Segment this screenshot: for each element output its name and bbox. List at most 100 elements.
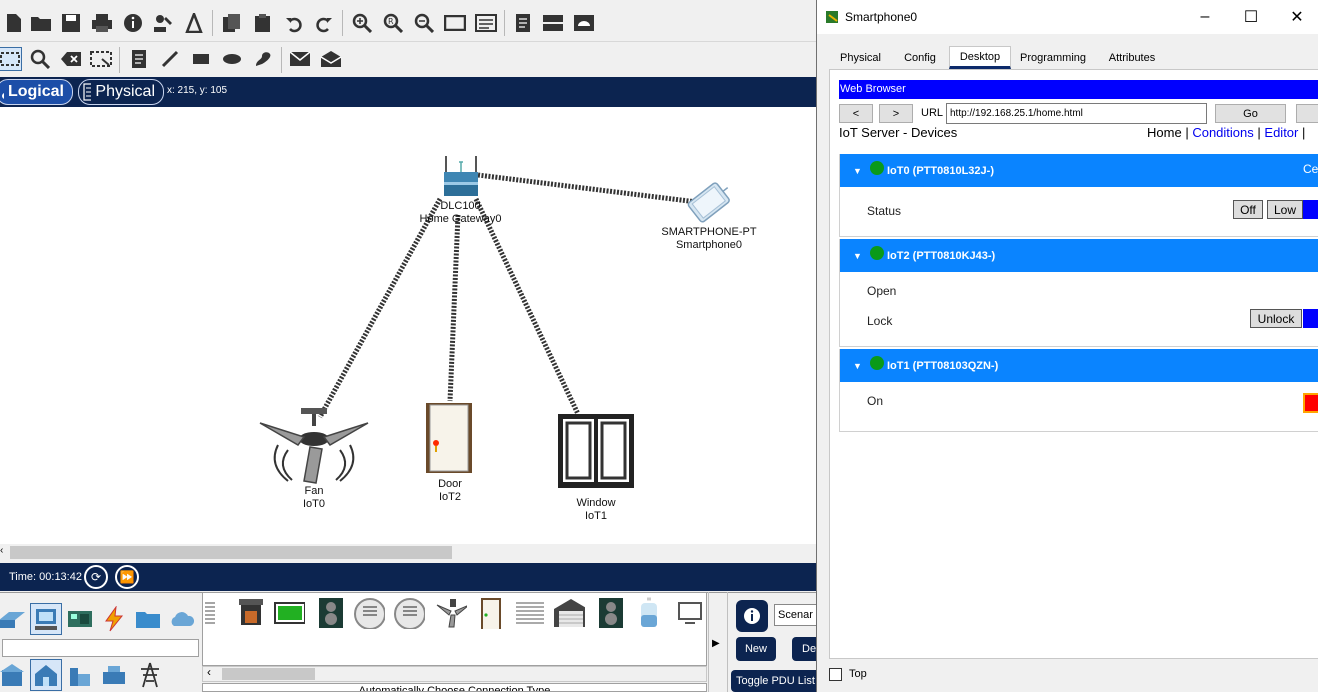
transmission-tower-icon[interactable]: [134, 659, 166, 691]
workspace-scroll-thumb[interactable]: [10, 546, 452, 559]
smartphone-icon[interactable]: [680, 180, 740, 226]
window-on-indicator[interactable]: [1303, 393, 1318, 413]
new-file-icon[interactable]: [2, 11, 26, 35]
components-icon[interactable]: [64, 603, 96, 635]
resize-tool-icon[interactable]: [89, 47, 113, 71]
physical-mode-button[interactable]: Physical: [78, 79, 164, 105]
redo-icon[interactable]: [312, 11, 336, 35]
device-search-input[interactable]: [2, 639, 199, 657]
carbon-monoxide-detector-icon[interactable]: [393, 597, 425, 629]
always-on-top-checkbox[interactable]: [829, 668, 842, 681]
end-devices-icon[interactable]: [30, 603, 62, 635]
add-complex-pdu-icon[interactable]: [319, 47, 343, 71]
inspect-tool-icon[interactable]: [28, 47, 52, 71]
window-icon[interactable]: [557, 413, 635, 489]
connections-icon[interactable]: [98, 603, 130, 635]
zoom-out-icon[interactable]: [412, 11, 436, 35]
tab-config[interactable]: Config: [892, 46, 948, 69]
unlock-button[interactable]: Unlock: [1250, 309, 1302, 328]
scroll-left-arrow-icon[interactable]: ‹: [0, 545, 3, 556]
remote-network-icon[interactable]: [572, 11, 596, 35]
iot-device-header[interactable]: ▼ IoT2 (PTT0810KJ43-): [840, 239, 1318, 272]
tab-programming[interactable]: Programming: [1011, 46, 1095, 69]
scenario-info-icon[interactable]: [736, 600, 768, 632]
home-gateway-icon[interactable]: [441, 154, 481, 198]
home-category-icon[interactable]: [0, 659, 28, 691]
notes-icon[interactable]: [511, 11, 535, 35]
add-simple-pdu-icon[interactable]: [288, 47, 312, 71]
fan-low-button[interactable]: Low: [1267, 200, 1303, 219]
carbon-dioxide-detector-icon[interactable]: [353, 597, 385, 629]
stop-button[interactable]: [1296, 104, 1318, 123]
collapse-caret-icon[interactable]: ▼: [853, 166, 862, 176]
browser-forward-button[interactable]: >: [879, 104, 913, 123]
freeform-icon[interactable]: [251, 47, 275, 71]
door-icon[interactable]: [424, 401, 474, 475]
iot-device-header[interactable]: ▼ IoT0 (PTT0810L32J-) Ce: [840, 154, 1318, 187]
collapse-caret-icon[interactable]: ▼: [853, 361, 862, 371]
info-icon[interactable]: [121, 11, 145, 35]
industrial-icon[interactable]: [64, 659, 96, 691]
url-input[interactable]: http://192.168.25.1/home.html: [946, 103, 1207, 124]
smart-city-icon[interactable]: [30, 659, 62, 691]
logical-mode-button[interactable]: Logical: [0, 79, 73, 105]
strip-device-partial-icon[interactable]: [203, 597, 235, 629]
copy-icon[interactable]: [220, 11, 244, 35]
webcam-icon[interactable]: [675, 597, 707, 629]
print-icon[interactable]: [90, 11, 114, 35]
network-devices-icon[interactable]: [0, 603, 28, 635]
network-wizard-icon[interactable]: [151, 11, 175, 35]
lock-button[interactable]: [1303, 309, 1318, 328]
activity-wizard-icon[interactable]: [182, 11, 206, 35]
new-scenario-button[interactable]: New: [736, 637, 776, 661]
home-speaker-icon[interactable]: [595, 597, 627, 629]
device-strip-scroll-thumb[interactable]: [222, 668, 315, 680]
draw-ellipse-icon[interactable]: [220, 47, 244, 71]
save-icon[interactable]: [59, 11, 83, 35]
select-tool-icon[interactable]: [0, 47, 22, 71]
speaker-icon[interactable]: [315, 597, 347, 629]
browser-back-button[interactable]: <: [839, 104, 873, 123]
tab-physical[interactable]: Physical: [829, 46, 892, 69]
collapse-caret-icon[interactable]: ▼: [853, 251, 862, 261]
tab-desktop[interactable]: Desktop: [949, 46, 1011, 69]
fast-forward-icon[interactable]: ⏩: [115, 565, 139, 589]
fan-off-button[interactable]: Off: [1233, 200, 1263, 219]
device-list-icon[interactable]: [541, 11, 565, 35]
drawing-palette-icon[interactable]: [443, 11, 467, 35]
power-cycle-icon[interactable]: ⟳: [84, 565, 108, 589]
nav-editor-link[interactable]: Editor: [1264, 125, 1298, 140]
miscellaneous-icon[interactable]: [132, 603, 164, 635]
paste-icon[interactable]: [251, 11, 275, 35]
nav-home[interactable]: Home: [1147, 125, 1182, 140]
tab-attributes[interactable]: Attributes: [1096, 46, 1168, 69]
close-icon[interactable]: ✕: [1274, 0, 1318, 34]
battery-icon[interactable]: [273, 597, 305, 629]
custom-device-icon[interactable]: [474, 11, 498, 35]
humidifier-icon[interactable]: [633, 597, 665, 629]
panel-divider[interactable]: [708, 592, 728, 692]
nav-conditions-link[interactable]: Conditions: [1192, 125, 1253, 140]
ceiling-fan-icon[interactable]: [258, 405, 370, 485]
fire-sprinkler-icon[interactable]: [513, 597, 545, 629]
iot-device-header[interactable]: ▼ IoT1 (PTT08103QZN-): [840, 349, 1318, 382]
fan-high-button[interactable]: [1303, 200, 1318, 219]
delete-tool-icon[interactable]: [59, 47, 83, 71]
strip-scroll-left-icon[interactable]: ‹: [207, 665, 211, 679]
open-folder-icon[interactable]: [29, 11, 53, 35]
coffee-maker-icon[interactable]: [235, 597, 267, 629]
zoom-reset-icon[interactable]: R: [381, 11, 405, 35]
minimize-icon[interactable]: –: [1182, 0, 1228, 34]
zoom-in-icon[interactable]: [350, 11, 374, 35]
garage-door-icon[interactable]: [553, 597, 585, 629]
multiuser-cloud-icon[interactable]: [166, 603, 198, 635]
toggle-pdu-list-button[interactable]: Toggle PDU List W: [731, 670, 827, 692]
ceiling-fan-strip-icon[interactable]: [435, 597, 467, 629]
logical-workspace[interactable]: DLC100 Home Gateway0 SMARTPHONE-PT Smart…: [0, 107, 816, 544]
maximize-icon[interactable]: ☐: [1228, 0, 1274, 34]
go-button[interactable]: Go: [1215, 104, 1286, 123]
undo-icon[interactable]: [282, 11, 306, 35]
draw-line-icon[interactable]: [158, 47, 182, 71]
door-strip-icon[interactable]: [479, 597, 511, 629]
draw-rectangle-icon[interactable]: [189, 47, 213, 71]
